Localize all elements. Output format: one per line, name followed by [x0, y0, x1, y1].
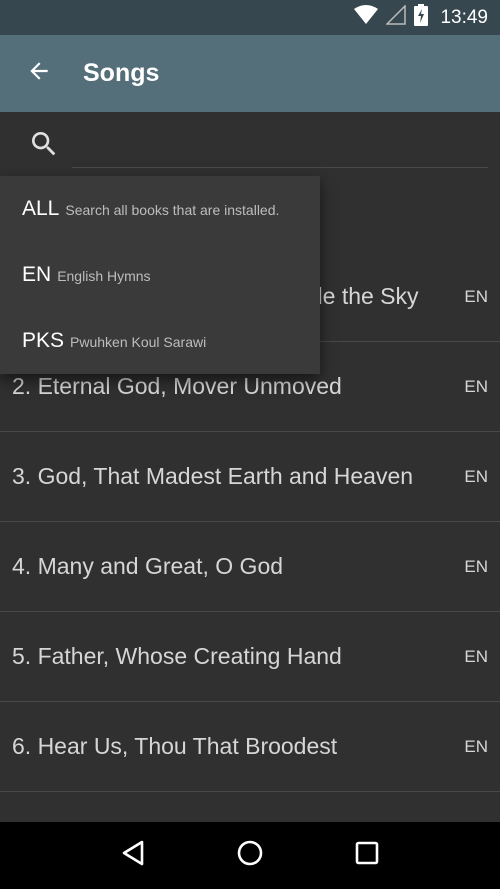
- search-input[interactable]: [72, 122, 488, 168]
- song-language: EN: [464, 376, 488, 396]
- list-item[interactable]: 4. Many and Great, O God EN: [0, 522, 500, 612]
- cell-signal-icon: [385, 4, 407, 30]
- dropdown-item-code: ALL: [22, 197, 60, 220]
- song-language: EN: [464, 736, 488, 756]
- list-item[interactable]: 6. Hear Us, Thou That Broodest EN: [0, 702, 500, 792]
- back-button[interactable]: [0, 35, 77, 112]
- dropdown-item-code: EN: [22, 263, 52, 286]
- arrow-back-icon: [26, 58, 52, 89]
- nav-home-button[interactable]: [230, 836, 270, 876]
- dropdown-item-description: Search all books that are installed.: [65, 202, 280, 218]
- nav-recents-button[interactable]: [347, 836, 387, 876]
- battery-charging-icon: [414, 4, 429, 31]
- song-language: EN: [464, 646, 488, 666]
- song-title: 6. Hear Us, Thou That Broodest: [12, 733, 338, 759]
- list-item[interactable]: 5. Father, Whose Creating Hand EN: [0, 612, 500, 702]
- recents-square-icon: [354, 840, 380, 871]
- dropdown-item-all[interactable]: ALL Search all books that are installed.: [0, 176, 320, 242]
- song-language: EN: [464, 556, 488, 576]
- dropdown-item-description: English Hymns: [57, 268, 151, 284]
- dropdown-item-en[interactable]: EN English Hymns: [0, 242, 320, 308]
- status-time: 13:49: [440, 6, 488, 28]
- song-language: EN: [464, 286, 488, 306]
- search-bar: [0, 112, 500, 176]
- wifi-icon: [354, 5, 379, 30]
- dropdown-item-code: PKS: [22, 329, 65, 352]
- book-filter-dropdown: ALL Search all books that are installed.…: [0, 176, 320, 374]
- song-language: EN: [464, 466, 488, 486]
- system-nav-bar: [0, 822, 500, 889]
- song-title: 5. Father, Whose Creating Hand: [12, 643, 342, 669]
- status-bar: 13:49: [0, 0, 500, 35]
- search-icon[interactable]: [28, 128, 60, 160]
- dropdown-item-description: Pwuhken Koul Sarawi: [70, 334, 207, 350]
- list-item[interactable]: 3. God, That Madest Earth and Heaven EN: [0, 432, 500, 522]
- song-title: 4. Many and Great, O God: [12, 553, 284, 579]
- page-title: Songs: [83, 59, 160, 87]
- nav-back-button[interactable]: [113, 836, 153, 876]
- status-icons: 13:49: [354, 0, 488, 35]
- back-triangle-icon: [120, 839, 146, 872]
- song-title: 3. God, That Madest Earth and Heaven: [12, 463, 414, 489]
- app-bar: Songs: [0, 35, 500, 112]
- dropdown-item-pks[interactable]: PKS Pwuhken Koul Sarawi: [0, 308, 320, 374]
- home-circle-icon: [236, 839, 264, 872]
- song-title: 2. Eternal God, Mover Unmoved: [12, 373, 342, 399]
